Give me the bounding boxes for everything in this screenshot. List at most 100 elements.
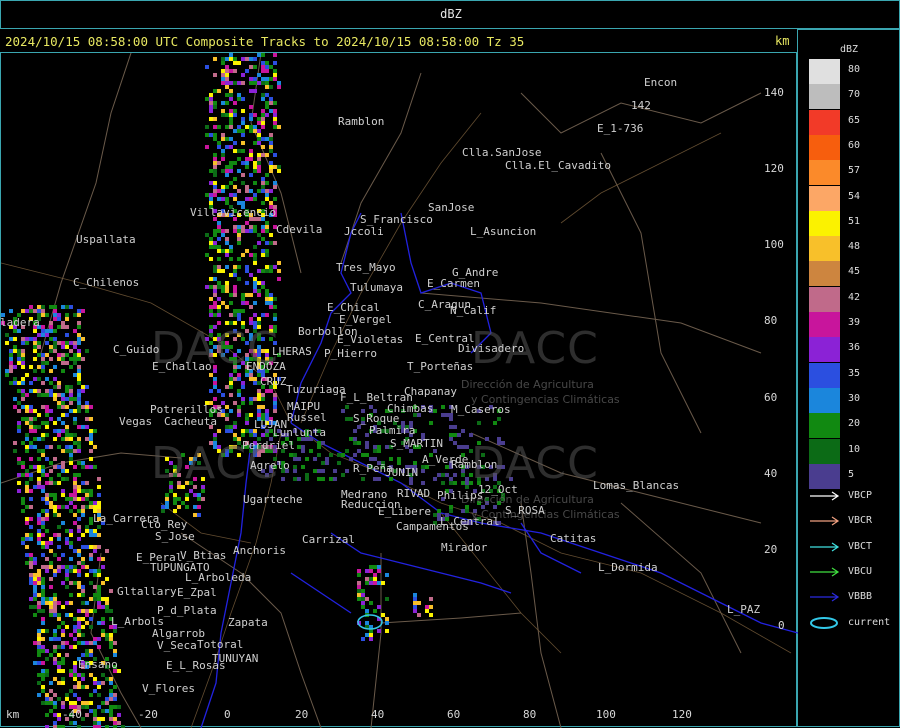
legend-swatch <box>809 59 840 84</box>
place-label: Mirador <box>441 541 488 554</box>
legend-swatch <box>809 362 840 388</box>
place-label: Clla.SanJose <box>462 146 542 159</box>
place-label: Catitas <box>550 532 597 545</box>
place-label: RIVAD <box>397 487 431 500</box>
place-label: M_Caseros <box>451 403 511 416</box>
place-label: Encon <box>644 76 678 89</box>
legend-label: 51 <box>848 215 861 227</box>
y-axis-unit: km <box>775 34 790 48</box>
legend-swatch <box>809 463 840 489</box>
legend-label: 60 <box>848 139 861 151</box>
place-label: V_Flores <box>142 682 195 695</box>
place-label: T_Porteñas <box>407 360 474 373</box>
place-label: Zapata <box>228 616 268 629</box>
place-label: Anchoris <box>233 544 286 557</box>
place-label: S_Jose <box>155 530 195 543</box>
place-label: Clla.El_Cavadito <box>505 159 611 172</box>
track-entry: current <box>809 615 899 631</box>
place-label: Ramblon <box>451 458 498 471</box>
legend-label: 20 <box>848 418 861 430</box>
y-tick: 100 <box>764 238 784 251</box>
x-tick: 20 <box>295 708 309 721</box>
legend-title: dBZ <box>840 44 859 55</box>
place-label: Palmira <box>369 424 416 437</box>
place-label: P_Hierro <box>324 347 377 360</box>
place-label: E_L_Rosas <box>166 659 226 672</box>
x-tick: -20 <box>138 708 158 721</box>
track-entry: VBCU <box>809 564 899 580</box>
y-tick: 80 <box>764 314 778 327</box>
place-label: Tulumaya <box>350 281 403 294</box>
legend-swatch <box>809 413 840 439</box>
legend-swatch <box>809 84 840 110</box>
place-label: Campamentos <box>396 520 469 533</box>
current-ellipse-icon <box>810 616 838 629</box>
place-label: L_Asuncion <box>470 225 537 238</box>
place-label: Agrelo <box>250 459 290 472</box>
track-label: VBCU <box>848 565 873 577</box>
place-label: L_Arboleda <box>185 571 252 584</box>
place-label: Villavicencio <box>190 206 277 219</box>
legend-entry: 57 <box>809 160 889 186</box>
legend-entry: 10 <box>809 438 889 464</box>
legend-entry: 30 <box>809 387 889 413</box>
place-label: Cdevila <box>276 223 323 236</box>
place-label: SanJose <box>428 201 475 214</box>
track-entry: VBCR <box>809 513 899 529</box>
x-axis-unit: km <box>6 708 20 721</box>
place-label: C_Guido <box>113 343 160 356</box>
legend-entry: 65 <box>809 109 889 135</box>
place-label: LHERAS <box>272 345 312 358</box>
place-label: JUNIN <box>385 466 419 479</box>
legend-swatch <box>809 160 840 186</box>
place-label: Uspallata <box>76 233 136 246</box>
legend-label: 30 <box>848 392 861 404</box>
track-arrow-icon <box>810 516 840 526</box>
place-label: Tres_Mayo <box>336 261 396 274</box>
legend-swatch <box>809 109 840 135</box>
legend-label: 57 <box>848 165 861 177</box>
legend-swatch <box>809 387 840 413</box>
legend-label: 65 <box>848 114 861 126</box>
place-label: Tuzuriaga <box>286 383 346 396</box>
place-label: E_1-736 <box>597 122 644 135</box>
place-label: E_Libere <box>378 505 431 518</box>
y-tick: 140 <box>764 86 784 99</box>
place-label: Carrizal <box>302 533 355 546</box>
legend-label: 35 <box>848 367 861 379</box>
place-label: Lomas_Blancas <box>593 479 680 492</box>
place-label: C_Chilenos <box>73 276 140 289</box>
place-label: Vegas <box>119 415 153 428</box>
place-label: ladera <box>0 316 40 329</box>
place-label: Lunlunta <box>273 426 326 439</box>
x-tick: 120 <box>672 708 692 721</box>
place-label: Jccoli <box>344 225 384 238</box>
legend-entry: 60 <box>809 134 889 160</box>
legend-swatch <box>809 286 840 312</box>
y-tick: 60 <box>764 391 778 404</box>
place-label: L_PAZ <box>727 603 761 616</box>
track-label: VBCT <box>848 540 873 552</box>
x-tick: 40 <box>371 708 385 721</box>
legend-swatch <box>809 134 840 160</box>
legend-entry: 54 <box>809 185 889 211</box>
place-label: P_d_Plata <box>157 604 217 617</box>
legend-swatch <box>809 261 840 287</box>
legend-swatch <box>809 337 840 363</box>
track-arrow-icon <box>810 567 840 577</box>
place-label: Philips <box>437 489 484 502</box>
legend-entry: 39 <box>809 312 889 337</box>
track-label: VBBB <box>848 591 873 603</box>
place-label: S_ROSA <box>505 504 545 517</box>
y-tick: 20 <box>764 543 778 556</box>
legend-label: 70 <box>848 89 861 101</box>
y-tick: 40 <box>764 467 778 480</box>
window-title: dBZ <box>440 7 462 21</box>
place-label: 142 <box>631 99 651 112</box>
title-bar: dBZ <box>0 0 900 29</box>
legend-swatch <box>809 185 840 211</box>
legend-swatch <box>809 210 840 236</box>
legend-entry: 36 <box>809 337 889 363</box>
place-label: N_Calif <box>450 304 497 317</box>
legend-swatch <box>809 438 840 464</box>
